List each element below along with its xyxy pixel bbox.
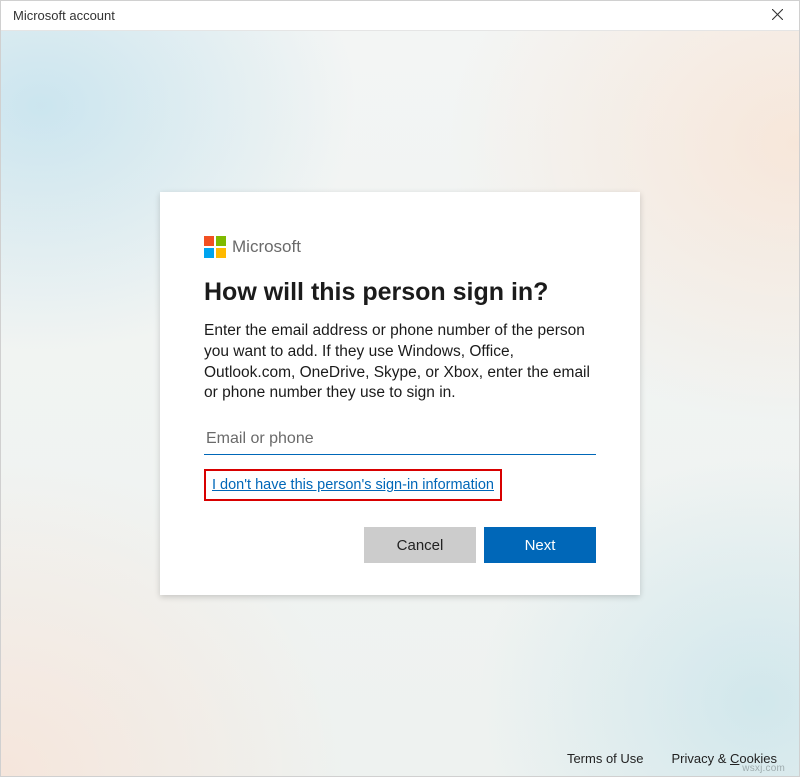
signin-card: Microsoft How will this person sign in? … xyxy=(160,192,640,596)
privacy-link[interactable]: Privacy & Cookies xyxy=(672,751,777,766)
dialog-body: Enter the email address or phone number … xyxy=(204,321,596,405)
close-button[interactable] xyxy=(763,2,791,30)
brand: Microsoft xyxy=(204,236,596,258)
close-icon xyxy=(772,8,783,23)
email-input-wrap xyxy=(204,424,596,455)
titlebar: Microsoft account xyxy=(1,1,799,31)
microsoft-logo-icon xyxy=(204,236,226,258)
terms-link[interactable]: Terms of Use xyxy=(567,751,644,766)
cancel-button[interactable]: Cancel xyxy=(364,527,476,563)
button-row: Cancel Next xyxy=(204,527,596,563)
account-window: Microsoft account Microsoft How xyxy=(0,0,800,777)
annotation-highlight: I don't have this person's sign-in infor… xyxy=(204,469,502,501)
email-or-phone-input[interactable] xyxy=(204,424,596,455)
privacy-access-key: C xyxy=(730,751,739,766)
no-signin-info-link[interactable]: I don't have this person's sign-in infor… xyxy=(212,477,494,493)
brand-name: Microsoft xyxy=(232,237,301,257)
privacy-prefix: Privacy & xyxy=(672,751,731,766)
privacy-suffix: ookies xyxy=(739,751,777,766)
window-title: Microsoft account xyxy=(13,8,115,23)
footer-links: Terms of Use Privacy & Cookies xyxy=(567,751,777,766)
next-button[interactable]: Next xyxy=(484,527,596,563)
dialog-heading: How will this person sign in? xyxy=(204,278,596,307)
content-area: Microsoft How will this person sign in? … xyxy=(1,31,799,776)
